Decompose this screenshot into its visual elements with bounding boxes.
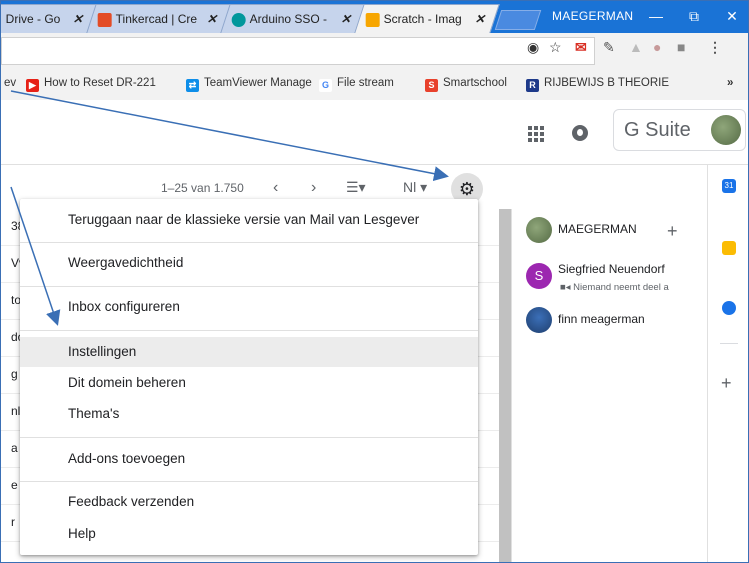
scrollbar[interactable] [499,209,511,562]
gsuite-logo: G Suite [624,119,691,141]
bookmarks-overflow-button[interactable]: » [727,77,733,89]
screenshot-frame: Drive - Go ✕ Tinkercad | Cre ✕ Arduino S… [0,0,749,563]
menu-item-themes[interactable]: Thema's [20,399,478,429]
teamviewer-icon: ⇄ [186,79,199,92]
tab-label: Arduino SSO - [249,12,328,26]
contact-finn[interactable]: finn meagerman [526,307,645,333]
new-tab-button[interactable] [494,10,542,30]
gear-icon: ⚙ [458,179,476,199]
keep-icon[interactable] [722,241,736,255]
my-hangouts-status[interactable]: MAEGERMAN [526,217,637,243]
side-panel: 31 + [707,165,748,562]
tab-label: Scratch - Imag [383,12,462,26]
drive-extension-icon[interactable]: ▲ [629,39,643,55]
divider [20,330,478,331]
chrome-menu-icon[interactable]: ⋮ [708,39,722,56]
menu-item-feedback[interactable]: Feedback verzenden [20,487,478,517]
input-tools-button[interactable]: Nl ▾ [403,179,427,196]
add-addon-button[interactable]: + [721,373,732,394]
tasks-icon[interactable] [722,301,736,315]
tab-scratch[interactable]: Scratch - Imag ✕ [354,4,500,33]
menu-item-add-ons[interactable]: Add-ons toevoegen [20,444,478,474]
eyedropper-extension-icon[interactable]: ✎ [603,39,615,56]
star-icon[interactable]: ☆ [549,39,562,56]
apps-grid-icon[interactable] [528,126,544,142]
divider [20,481,478,482]
divider [20,242,478,243]
menu-item-help[interactable]: Help [20,519,478,549]
youtube-icon: ▶ [26,79,39,92]
split-pane-icon[interactable]: ☰▾ [346,179,366,196]
divider [20,286,478,287]
notifications-icon[interactable] [572,125,588,141]
menu-item-configure-inbox[interactable]: Inbox configureren [20,292,478,322]
video-status: ■◂ Niemand neemt deel a [560,282,669,293]
next-page-button[interactable]: › [311,179,316,197]
add-contact-button[interactable]: + [667,221,678,242]
page-count: 1–25 van 1.750 [161,181,244,195]
calendar-icon[interactable]: 31 [722,179,736,193]
close-window-button[interactable]: ✕ [717,5,747,27]
divider [720,343,738,344]
avatar: S [526,263,552,289]
hangouts-panel: MAEGERMAN + S Siegfried Neuendorf ■◂ Niem… [511,209,708,562]
video-camera-icon: ■◂ [560,282,574,293]
url-input[interactable] [1,37,595,65]
gsuite-account-button[interactable]: G Suite [613,109,746,151]
menu-item-manage-domain[interactable]: Dit domein beheren [20,368,478,398]
scratch-icon [365,12,380,27]
gmail-extension-icon[interactable]: ✉ [575,39,587,56]
gmail-header: G Suite [1,100,748,165]
tab-label: Drive - Go [5,12,61,26]
eye-icon[interactable]: ◉ [527,39,539,56]
menu-item-classic-version[interactable]: Teruggaan naar de klassieke versie van M… [20,205,478,235]
bookmark-smartschool[interactable]: S Smartschool [425,77,507,92]
slides-extension-icon[interactable]: ■ [677,39,685,55]
google-icon: G [319,79,332,92]
tab-close-icon[interactable]: ✕ [69,5,88,33]
arduino-icon [231,12,246,27]
browser-tab-strip: Drive - Go ✕ Tinkercad | Cre ✕ Arduino S… [1,1,748,33]
tab-drive[interactable]: Drive - Go ✕ [1,4,98,33]
bookmark-rijbewijs[interactable]: R RIJBEWIJS B THEORIE [526,77,669,92]
tab-close-icon[interactable]: ✕ [471,5,490,33]
bookmark-item[interactable]: ev [4,77,16,89]
bookmark-filestream[interactable]: G File stream [319,77,394,92]
menu-item-settings[interactable]: Instellingen [20,337,478,367]
tab-label: Tinkercad | Cre [115,12,198,26]
menu-item-display-density[interactable]: Weergavedichtheid [20,248,478,278]
bookmark-youtube[interactable]: ▶ How to Reset DR-221 [26,77,156,92]
avatar [526,217,552,243]
maximize-button[interactable]: ⧉ [679,5,709,27]
smartschool-icon: S [425,79,438,92]
avatar[interactable] [711,115,741,145]
tab-close-icon[interactable]: ✕ [203,5,222,33]
profile-name[interactable]: MAEGERMAN [552,9,633,23]
divider [20,437,478,438]
minimize-button[interactable]: — [641,5,671,27]
prev-page-button[interactable]: ‹ [273,179,278,197]
avatar [526,307,552,333]
tab-tinkercad[interactable]: Tinkercad | Cre ✕ [86,4,232,33]
settings-menu: Teruggaan naar de klassieke versie van M… [20,199,478,555]
bookmark-teamviewer[interactable]: ⇄ TeamViewer Manage [186,77,312,92]
bookmarks-bar: ev ▶ How to Reset DR-221 ⇄ TeamViewer Mana… [1,69,748,101]
tab-close-icon[interactable]: ✕ [337,5,356,33]
gro-icon: R [526,79,539,92]
record-extension-icon[interactable]: ● [653,39,661,55]
tab-arduino[interactable]: Arduino SSO - ✕ [220,4,366,33]
tinkercad-icon [97,12,112,27]
